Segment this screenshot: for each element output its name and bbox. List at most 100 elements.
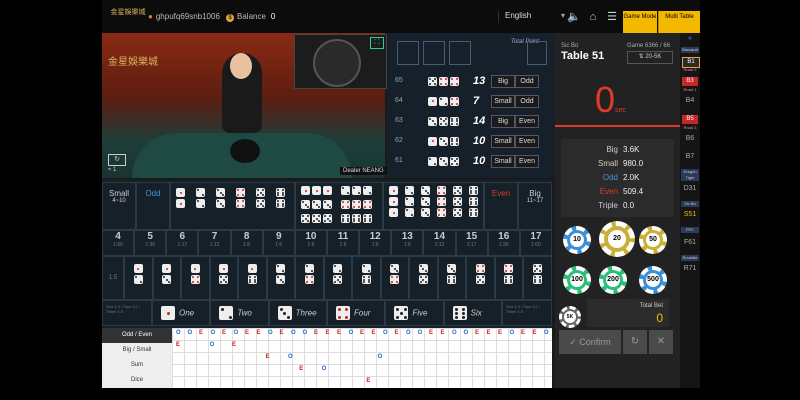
combo-1-5[interactable] — [209, 256, 238, 300]
die-5-icon — [323, 214, 332, 223]
combo-4-5[interactable] — [466, 256, 495, 300]
bet-single-two[interactable]: Two — [210, 300, 269, 326]
chip-10[interactable]: 10 — [563, 226, 591, 254]
bet-odd[interactable]: Odd — [136, 182, 170, 230]
bet-total-9[interactable]: 9 1:6 — [262, 230, 295, 256]
pair-6[interactable] — [275, 187, 286, 209]
die-4-icon — [304, 275, 314, 285]
bet-total-14[interactable]: 14 1:12 — [423, 230, 456, 256]
combo-2-5[interactable] — [323, 256, 352, 300]
bet-single-four[interactable]: Four — [326, 300, 386, 326]
home-icon[interactable]: ⌂ — [586, 10, 600, 24]
bet-total-10[interactable]: 10 1:6 — [294, 230, 327, 256]
road-tab-1[interactable]: Big / Small — [102, 343, 172, 359]
bet-any-triple[interactable] — [295, 182, 383, 230]
bet-pairs[interactable] — [170, 182, 295, 230]
bet-single-five[interactable]: Five — [385, 300, 444, 326]
die-1-icon — [176, 188, 185, 197]
bet-limit[interactable]: ⇅ 20-5K — [627, 51, 673, 64]
face-label: Two — [237, 308, 252, 318]
bet-single-six[interactable]: Six — [443, 300, 502, 326]
bet-total-8[interactable]: 8 1:8 — [230, 230, 263, 256]
triple-1[interactable] — [388, 185, 399, 218]
bet-total-13[interactable]: 13 1:8 — [391, 230, 424, 256]
bet-small-label: Small — [108, 189, 129, 198]
expand-icon[interactable]: ⛶ — [370, 37, 384, 49]
triple-4[interactable] — [436, 185, 447, 218]
round-dice — [427, 135, 460, 147]
chip-200[interactable]: 200 — [599, 266, 627, 294]
combo-3-4[interactable] — [380, 256, 409, 300]
bet-total-5[interactable]: 5 1:30 — [134, 230, 167, 256]
table-b3[interactable]: B3 — [682, 77, 698, 86]
combo-1-6[interactable] — [238, 256, 267, 300]
combo-2-3[interactable] — [266, 256, 295, 300]
bet-total-12[interactable]: 12 1:6 — [359, 230, 392, 256]
combo-1-3[interactable] — [152, 256, 181, 300]
triple-3[interactable] — [420, 185, 431, 218]
bet-total-4[interactable]: 4 1:60 — [102, 230, 135, 256]
triple-6[interactable] — [468, 185, 479, 218]
refresh-video-button[interactable]: ↻ — [108, 154, 126, 166]
bet-total-16[interactable]: 16 1:30 — [487, 230, 520, 256]
any-triple-row — [300, 213, 333, 224]
table-b4[interactable]: B4 — [680, 97, 700, 104]
table-s51[interactable]: S51 — [680, 211, 700, 218]
chip-5K[interactable]: 5K — [559, 306, 581, 328]
combo-4-6[interactable] — [494, 256, 523, 300]
pair-4[interactable] — [235, 187, 246, 209]
combo-2-6[interactable] — [352, 256, 381, 300]
signal-indicator: ≈ 1 — [108, 167, 117, 173]
road-tab-3[interactable]: Dice — [102, 373, 172, 388]
language-select[interactable]: English ▾ — [498, 11, 565, 23]
total-payout: 1:6 — [275, 242, 283, 248]
table-b6[interactable]: B6 — [680, 135, 700, 142]
table-f61[interactable]: F61 — [680, 239, 700, 246]
bet-small[interactable]: Small 4~10 — [102, 182, 136, 230]
bet-total-15[interactable]: 15 1:17 — [455, 230, 488, 256]
stat-value: 2.0K — [623, 173, 640, 182]
combo-1-2[interactable] — [124, 256, 153, 300]
combo-1-4[interactable] — [181, 256, 210, 300]
result-row: 64 7 Small Odd — [387, 93, 555, 109]
road-tab-0[interactable]: Odd / Even — [102, 328, 172, 344]
game-mode-button[interactable]: Game Mode — [623, 11, 657, 33]
die-4-icon — [437, 208, 446, 218]
road-mark: E — [279, 330, 284, 336]
undo-button[interactable]: ↻ — [623, 330, 647, 354]
bet-total-11[interactable]: 11 1:6 — [326, 230, 360, 256]
chip-100[interactable]: 100 — [563, 266, 591, 294]
table-d31[interactable]: D31 — [680, 185, 700, 192]
bet-even[interactable]: Even — [484, 182, 518, 230]
pair-5[interactable] — [255, 187, 266, 209]
collapse-icon[interactable]: « — [680, 35, 700, 42]
pair-2[interactable] — [195, 187, 206, 209]
multi-table-button[interactable]: Multi Table — [658, 11, 700, 33]
chip-500[interactable]: 500 — [639, 266, 667, 294]
bet-big[interactable]: Big 11~17 — [518, 182, 552, 230]
table-b5[interactable]: B5 — [682, 115, 698, 124]
chip-20[interactable]: 20 — [599, 221, 635, 257]
cancel-button[interactable]: ✕ — [649, 330, 673, 354]
bet-triples[interactable] — [383, 182, 484, 230]
triple-5[interactable] — [452, 185, 463, 218]
bet-total-7[interactable]: 7 1:12 — [198, 230, 231, 256]
combo-3-5[interactable] — [409, 256, 438, 300]
combo-5-6[interactable] — [523, 256, 552, 300]
combo-2-4[interactable] — [295, 256, 324, 300]
triple-2[interactable] — [404, 185, 415, 218]
combo-3-6[interactable] — [437, 256, 466, 300]
confirm-button[interactable]: ✓ Confirm — [559, 330, 621, 354]
table-b7[interactable]: B7 — [680, 153, 700, 160]
bet-total-17[interactable]: 17 1:60 — [519, 230, 552, 256]
pair-3[interactable] — [215, 187, 226, 209]
menu-icon[interactable]: ☰ — [605, 10, 619, 24]
speaker-icon[interactable]: 🔈 — [567, 10, 581, 24]
chip-50[interactable]: 50 — [639, 226, 667, 254]
pair-1[interactable] — [175, 187, 186, 209]
bet-total-6[interactable]: 6 1:17 — [166, 230, 199, 256]
bet-single-one[interactable]: One — [152, 300, 211, 326]
road-tab-2[interactable]: Sum — [102, 358, 172, 374]
table-r71[interactable]: R71 — [680, 265, 700, 272]
bet-single-three[interactable]: Three — [268, 300, 327, 326]
